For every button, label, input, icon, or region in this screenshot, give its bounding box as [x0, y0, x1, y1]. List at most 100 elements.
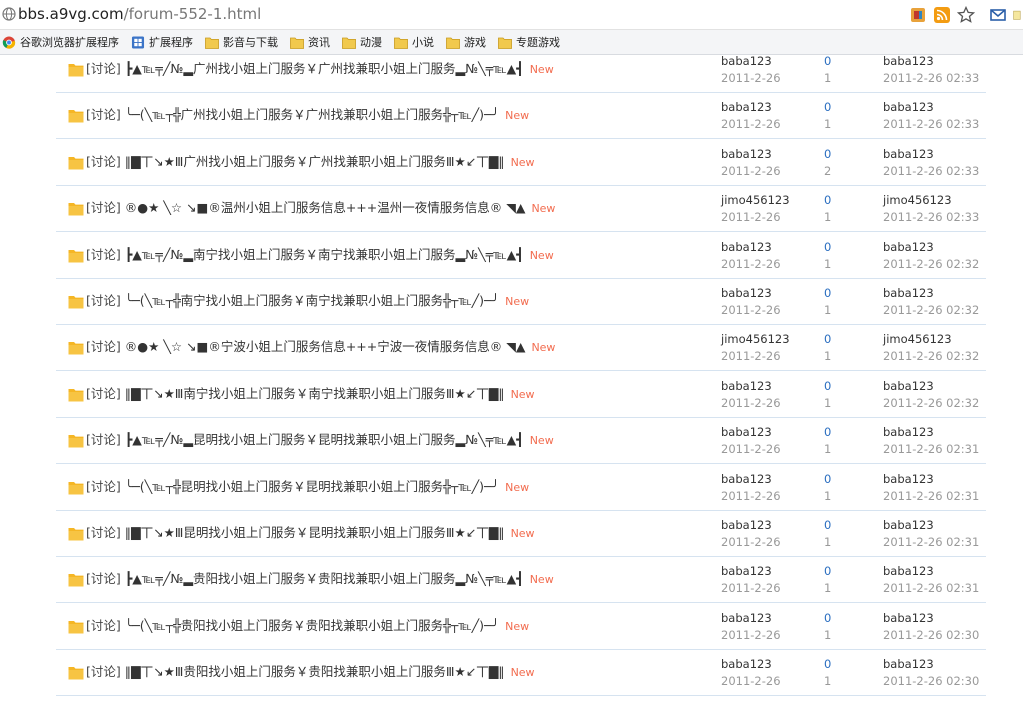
last-post-user[interactable]: jimo456123: [883, 192, 987, 209]
thread-title-link[interactable]: ‖▇丅↘★Ⅲ贵阳找小姐上门服务￥贵阳找兼职小姐上门服务Ⅲ★↙丅▇‖: [121, 664, 505, 679]
last-post-cell: baba123 2011-2-26 02:32: [883, 378, 987, 412]
thread-title-link[interactable]: ®●★ ╲☆ ↘■®温州小姐上门服务信息+++温州一夜情服务信息® ◥▲: [121, 200, 526, 215]
url-text[interactable]: bbs.a9vg.com/forum-552-1.html: [18, 5, 261, 23]
stats-cell: 01: [824, 239, 864, 273]
last-post-user[interactable]: baba123: [883, 146, 987, 163]
thread-title-link[interactable]: ┣▲℡╤╱№▂贵阳找小姐上门服务￥贵阳找兼职小姐上门服务▂№╲╤℡▲┫: [121, 571, 524, 586]
author-name[interactable]: jimo456123: [721, 331, 831, 348]
last-post-time[interactable]: 2011-2-26 02:30: [883, 627, 987, 644]
star-icon[interactable]: [957, 6, 975, 24]
folder-icon[interactable]: [68, 387, 84, 402]
author-name[interactable]: baba123: [721, 471, 831, 488]
thread-tag[interactable]: [讨论]: [86, 525, 121, 540]
last-post-time[interactable]: 2011-2-26 02:33: [883, 209, 987, 226]
thread-title-link[interactable]: ╰─(╲℡┬╬广州找小姐上门服务￥广州找兼职小姐上门服务╬┬℡╱)─╯: [121, 107, 499, 122]
thread-title-link[interactable]: ‖▇丅↘★Ⅲ昆明找小姐上门服务￥昆明找兼职小姐上门服务Ⅲ★↙丅▇‖: [121, 525, 505, 540]
last-post-time[interactable]: 2011-2-26 02:32: [883, 348, 987, 365]
thread-title-link[interactable]: ┣▲℡╤╱№▂广州找小姐上门服务￥广州找兼职小姐上门服务▂№╲╤℡▲┫: [121, 61, 524, 76]
thread-tag[interactable]: [讨论]: [86, 432, 121, 447]
author-name[interactable]: baba123: [721, 146, 831, 163]
thread-tag[interactable]: [讨论]: [86, 664, 121, 679]
view-count: 1: [824, 581, 832, 596]
author-name[interactable]: baba123: [721, 239, 831, 256]
folder-icon[interactable]: [68, 201, 84, 216]
last-post-user[interactable]: baba123: [883, 285, 987, 302]
last-post-user[interactable]: baba123: [883, 239, 987, 256]
last-post-cell: jimo456123 2011-2-26 02:33: [883, 192, 987, 226]
folder-icon[interactable]: [68, 155, 84, 170]
last-post-user[interactable]: baba123: [883, 471, 987, 488]
thread-title-link[interactable]: ┣▲℡╤╱№▂昆明找小姐上门服务￥昆明找兼职小姐上门服务▂№╲╤℡▲┫: [121, 432, 524, 447]
last-post-user[interactable]: baba123: [883, 53, 987, 70]
thread-title-link[interactable]: ╰─(╲℡┬╬南宁找小姐上门服务￥南宁找兼职小姐上门服务╬┬℡╱)─╯: [121, 293, 499, 308]
folder-icon[interactable]: [68, 248, 84, 263]
last-post-user[interactable]: jimo456123: [883, 331, 987, 348]
extension-icon[interactable]: [909, 6, 927, 24]
author-name[interactable]: jimo456123: [721, 192, 831, 209]
last-post-user[interactable]: baba123: [883, 610, 987, 627]
last-post-time[interactable]: 2011-2-26 02:31: [883, 534, 987, 551]
last-post-time[interactable]: 2011-2-26 02:31: [883, 488, 987, 505]
last-post-time[interactable]: 2011-2-26 02:32: [883, 395, 987, 412]
mail-icon[interactable]: [989, 6, 1007, 24]
thread-tag[interactable]: [讨论]: [86, 200, 121, 215]
author-name[interactable]: baba123: [721, 563, 831, 580]
thread-title-link[interactable]: ‖▇丅↘★Ⅲ南宁找小姐上门服务￥南宁找兼职小姐上门服务Ⅲ★↙丅▇‖: [121, 386, 505, 401]
author-name[interactable]: baba123: [721, 517, 831, 534]
thread-tag[interactable]: [讨论]: [86, 247, 121, 262]
last-post-time[interactable]: 2011-2-26 02:32: [883, 256, 987, 273]
page-info-icon[interactable]: [2, 7, 16, 21]
folder-icon[interactable]: [68, 108, 84, 123]
last-post-cell: baba123 2011-2-26 02:31: [883, 563, 987, 597]
last-post-time[interactable]: 2011-2-26 02:31: [883, 441, 987, 458]
author-name[interactable]: baba123: [721, 378, 831, 395]
last-post-time[interactable]: 2011-2-26 02:31: [883, 580, 987, 597]
thread-title-link[interactable]: ®●★ ╲☆ ↘■®宁波小姐上门服务信息+++宁波一夜情服务信息® ◥▲: [121, 339, 526, 354]
last-post-user[interactable]: baba123: [883, 378, 987, 395]
folder-icon[interactable]: [68, 619, 84, 634]
folder-icon[interactable]: [68, 665, 84, 680]
folder-icon[interactable]: [68, 480, 84, 495]
thread-title-link[interactable]: ┣▲℡╤╱№▂南宁找小姐上门服务￥南宁找兼职小姐上门服务▂№╲╤℡▲┫: [121, 247, 524, 262]
author-name[interactable]: baba123: [721, 53, 831, 70]
author-name[interactable]: baba123: [721, 424, 831, 441]
folder-icon[interactable]: [68, 433, 84, 448]
folder-icon[interactable]: [68, 340, 84, 355]
last-post-time[interactable]: 2011-2-26 02:33: [883, 163, 987, 180]
folder-icon[interactable]: [68, 572, 84, 587]
thread-tag[interactable]: [讨论]: [86, 154, 121, 169]
thread-title-link[interactable]: ╰─(╲℡┬╬贵阳找小姐上门服务￥贵阳找兼职小姐上门服务╬┬℡╱)─╯: [121, 618, 499, 633]
thread-row: [讨论] ╰─(╲℡┬╬昆明找小姐上门服务￥昆明找兼职小姐上门服务╬┬℡╱)─╯…: [56, 465, 986, 511]
thread-tag[interactable]: [讨论]: [86, 386, 121, 401]
rss-icon[interactable]: [933, 6, 951, 24]
last-post-user[interactable]: baba123: [883, 99, 987, 116]
last-post-time[interactable]: 2011-2-26 02:33: [883, 70, 987, 87]
author-name[interactable]: baba123: [721, 99, 831, 116]
thread-tag[interactable]: [讨论]: [86, 339, 121, 354]
last-post-user[interactable]: baba123: [883, 656, 987, 673]
thread-tag[interactable]: [讨论]: [86, 479, 121, 494]
thread-tag[interactable]: [讨论]: [86, 571, 121, 586]
last-post-time[interactable]: 2011-2-26 02:32: [883, 302, 987, 319]
folder-icon[interactable]: [68, 62, 84, 77]
last-post-user[interactable]: baba123: [883, 563, 987, 580]
folder-icon[interactable]: [68, 294, 84, 309]
folder-icon[interactable]: [68, 526, 84, 541]
author-name[interactable]: baba123: [721, 656, 831, 673]
thread-tag[interactable]: [讨论]: [86, 61, 121, 76]
thread-title-link[interactable]: ╰─(╲℡┬╬昆明找小姐上门服务￥昆明找兼职小姐上门服务╬┬℡╱)─╯: [121, 479, 499, 494]
last-post-user[interactable]: baba123: [883, 517, 987, 534]
last-post-user[interactable]: baba123: [883, 424, 987, 441]
last-post-time[interactable]: 2011-2-26 02:33: [883, 116, 987, 133]
clipboard-icon[interactable]: [1013, 6, 1023, 24]
address-bar[interactable]: bbs.a9vg.com/forum-552-1.html: [0, 0, 1023, 30]
new-badge: New: [505, 480, 530, 494]
author-name[interactable]: baba123: [721, 285, 831, 302]
author-name[interactable]: baba123: [721, 610, 831, 627]
thread-tag[interactable]: [讨论]: [86, 107, 121, 122]
stats-cell: 01: [824, 517, 864, 551]
last-post-time[interactable]: 2011-2-26 02:30: [883, 673, 987, 690]
thread-tag[interactable]: [讨论]: [86, 618, 121, 633]
thread-title-link[interactable]: ‖▇丅↘★Ⅲ广州找小姐上门服务￥广州找兼职小姐上门服务Ⅲ★↙丅▇‖: [121, 154, 505, 169]
thread-tag[interactable]: [讨论]: [86, 293, 121, 308]
